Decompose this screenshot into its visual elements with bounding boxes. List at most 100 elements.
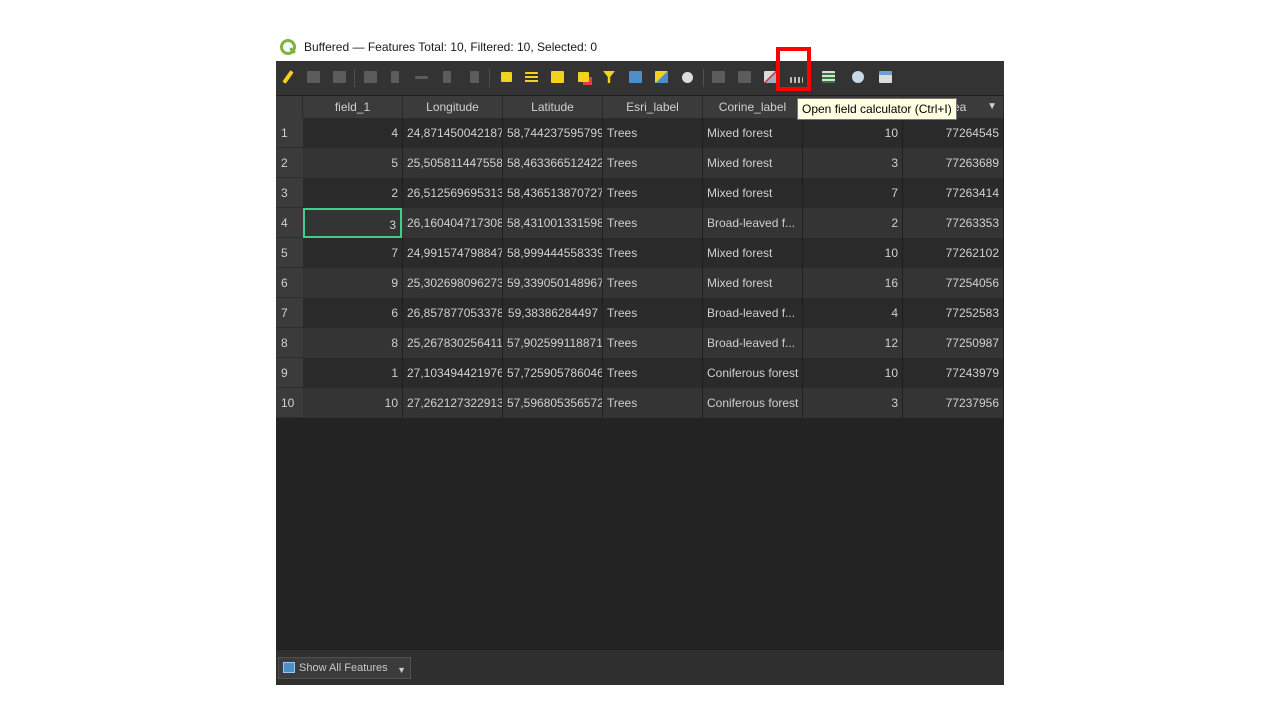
cell-area[interactable]: 77252583 <box>903 298 1004 328</box>
cell-esri-label[interactable]: Trees <box>603 118 703 148</box>
cell-latitude[interactable]: 58,4633665124225 <box>503 148 603 178</box>
pan-to-selected-icon[interactable] <box>653 69 669 85</box>
cell-longitude[interactable]: 26,8578770533788 <box>403 298 503 328</box>
row-header[interactable]: 4 <box>276 208 303 238</box>
delete-field-icon[interactable] <box>736 69 752 85</box>
table-row[interactable]: 8 8 25,2678302564118 57,9025991188715 Tr… <box>276 328 1004 358</box>
cell-corine-label[interactable]: Broad-leaved f... <box>703 298 803 328</box>
delete-feature-icon[interactable] <box>387 69 403 85</box>
cell-longitude[interactable]: 24,9915747988477 <box>403 238 503 268</box>
cell-esri-label[interactable]: Trees <box>603 328 703 358</box>
cell-field_1[interactable]: 8 <box>303 328 403 358</box>
actions-icon[interactable] <box>850 69 866 85</box>
cell-field_1[interactable]: 7 <box>303 238 403 268</box>
cell-corine-label[interactable]: Mixed forest <box>703 268 803 298</box>
cell-latitude[interactable]: 58,4365138707273 <box>503 178 603 208</box>
cell-field_1[interactable]: 10 <box>303 388 403 418</box>
cell-esri-label[interactable]: Trees <box>603 388 703 418</box>
cell-esri-label[interactable]: Trees <box>603 148 703 178</box>
cell-col6[interactable]: 10 <box>803 238 903 268</box>
column-header-esri-label[interactable]: Esri_label <box>603 96 703 118</box>
table-row[interactable]: 4 3 26,1604047173088 58,431001331598 Tre… <box>276 208 1004 238</box>
row-header[interactable]: 9 <box>276 358 303 388</box>
table-row[interactable]: 10 10 27,2621273229138 57,5968053565722 … <box>276 388 1004 418</box>
row-header[interactable]: 8 <box>276 328 303 358</box>
row-header[interactable]: 3 <box>276 178 303 208</box>
corner-header[interactable] <box>276 96 303 118</box>
pencil-icon[interactable] <box>280 69 296 85</box>
cell-esri-label[interactable]: Trees <box>603 268 703 298</box>
cell-longitude[interactable]: 25,3026980962734 <box>403 268 503 298</box>
cell-field_1[interactable]: 4 <box>303 118 403 148</box>
cell-col6[interactable]: 2 <box>803 208 903 238</box>
cell-col6[interactable]: 7 <box>803 178 903 208</box>
cell-area[interactable]: 77262102 <box>903 238 1004 268</box>
cell-longitude[interactable]: 24,8714500421875 <box>403 118 503 148</box>
cell-esri-label[interactable]: Trees <box>603 298 703 328</box>
table-row[interactable]: 2 5 25,5058114475589 58,4633665124225 Tr… <box>276 148 1004 178</box>
cell-area[interactable]: 77264545 <box>903 118 1004 148</box>
cell-longitude[interactable]: 26,5125696953139 <box>403 178 503 208</box>
cell-esri-label[interactable]: Trees <box>603 238 703 268</box>
cell-corine-label[interactable]: Coniferous forest <box>703 358 803 388</box>
cell-area[interactable]: 77250987 <box>903 328 1004 358</box>
cell-corine-label[interactable]: Coniferous forest <box>703 388 803 418</box>
cell-latitude[interactable]: 57,9025991188715 <box>503 328 603 358</box>
cut-icon[interactable] <box>413 69 429 85</box>
cell-latitude[interactable]: 58,431001331598 <box>503 208 603 238</box>
show-all-features-dropdown[interactable]: Show All Features ▼ <box>278 657 411 679</box>
table-row[interactable]: 6 9 25,3026980962734 59,339050148967 Tre… <box>276 268 1004 298</box>
cell-corine-label[interactable]: Broad-leaved f... <box>703 328 803 358</box>
cell-latitude[interactable]: 59,38386284497 <box>503 298 603 328</box>
cell-col6[interactable]: 10 <box>803 118 903 148</box>
row-header[interactable]: 2 <box>276 148 303 178</box>
cell-area[interactable]: 77243979 <box>903 358 1004 388</box>
cell-longitude[interactable]: 27,1034944219769 <box>403 358 503 388</box>
row-header[interactable]: 6 <box>276 268 303 298</box>
cell-area[interactable]: 77263353 <box>903 208 1004 238</box>
column-header-latitude[interactable]: Latitude <box>503 96 603 118</box>
cell-area[interactable]: 77254056 <box>903 268 1004 298</box>
cell-corine-label[interactable]: Mixed forest <box>703 178 803 208</box>
cell-longitude[interactable]: 25,2678302564118 <box>403 328 503 358</box>
deselect-all-icon[interactable] <box>575 69 591 85</box>
cell-longitude[interactable]: 26,1604047173088 <box>403 208 503 238</box>
copy-icon[interactable] <box>439 69 455 85</box>
table-row[interactable]: 9 1 27,1034944219769 57,725905786046 Tre… <box>276 358 1004 388</box>
cell-corine-label[interactable]: Broad-leaved f... <box>703 208 803 238</box>
cell-latitude[interactable]: 58,9994445583399 <box>503 238 603 268</box>
cell-latitude[interactable]: 59,339050148967 <box>503 268 603 298</box>
cell-esri-label[interactable]: Trees <box>603 358 703 388</box>
row-header[interactable]: 5 <box>276 238 303 268</box>
cell-field_1[interactable]: 5 <box>303 148 403 178</box>
new-field-icon[interactable] <box>710 69 726 85</box>
cell-col6[interactable]: 10 <box>803 358 903 388</box>
cell-field_1[interactable]: 6 <box>303 298 403 328</box>
save-edits-icon[interactable] <box>331 69 347 85</box>
cell-corine-label[interactable]: Mixed forest <box>703 148 803 178</box>
cell-longitude[interactable]: 25,5058114475589 <box>403 148 503 178</box>
table-row[interactable]: 7 6 26,8578770533788 59,38386284497 Tree… <box>276 298 1004 328</box>
column-header-field_1[interactable]: field_1 <box>303 96 403 118</box>
add-feature-icon[interactable] <box>362 69 378 85</box>
table-row[interactable]: 3 2 26,5125696953139 58,4365138707273 Tr… <box>276 178 1004 208</box>
column-header-longitude[interactable]: Longitude <box>403 96 503 118</box>
cell-area[interactable]: 77237956 <box>903 388 1004 418</box>
form-view-icon[interactable] <box>820 69 836 85</box>
select-all-icon[interactable] <box>523 69 539 85</box>
table-row[interactable]: 5 7 24,9915747988477 58,9994445583399 Tr… <box>276 238 1004 268</box>
cell-area[interactable]: 77263689 <box>903 148 1004 178</box>
row-header[interactable]: 10 <box>276 388 303 418</box>
move-top-icon[interactable] <box>627 69 643 85</box>
zoom-to-selected-icon[interactable] <box>679 69 695 85</box>
cell-col6[interactable]: 3 <box>803 388 903 418</box>
table-row[interactable]: 1 4 24,8714500421875 58,7442375957994 Tr… <box>276 118 1004 148</box>
row-header[interactable]: 7 <box>276 298 303 328</box>
cell-longitude[interactable]: 27,2621273229138 <box>403 388 503 418</box>
multi-edit-icon[interactable] <box>305 69 321 85</box>
cell-col6[interactable]: 3 <box>803 148 903 178</box>
cell-col6[interactable]: 4 <box>803 298 903 328</box>
cell-latitude[interactable]: 57,725905786046 <box>503 358 603 388</box>
cell-esri-label[interactable]: Trees <box>603 178 703 208</box>
cell-field_1[interactable]: 9 <box>303 268 403 298</box>
